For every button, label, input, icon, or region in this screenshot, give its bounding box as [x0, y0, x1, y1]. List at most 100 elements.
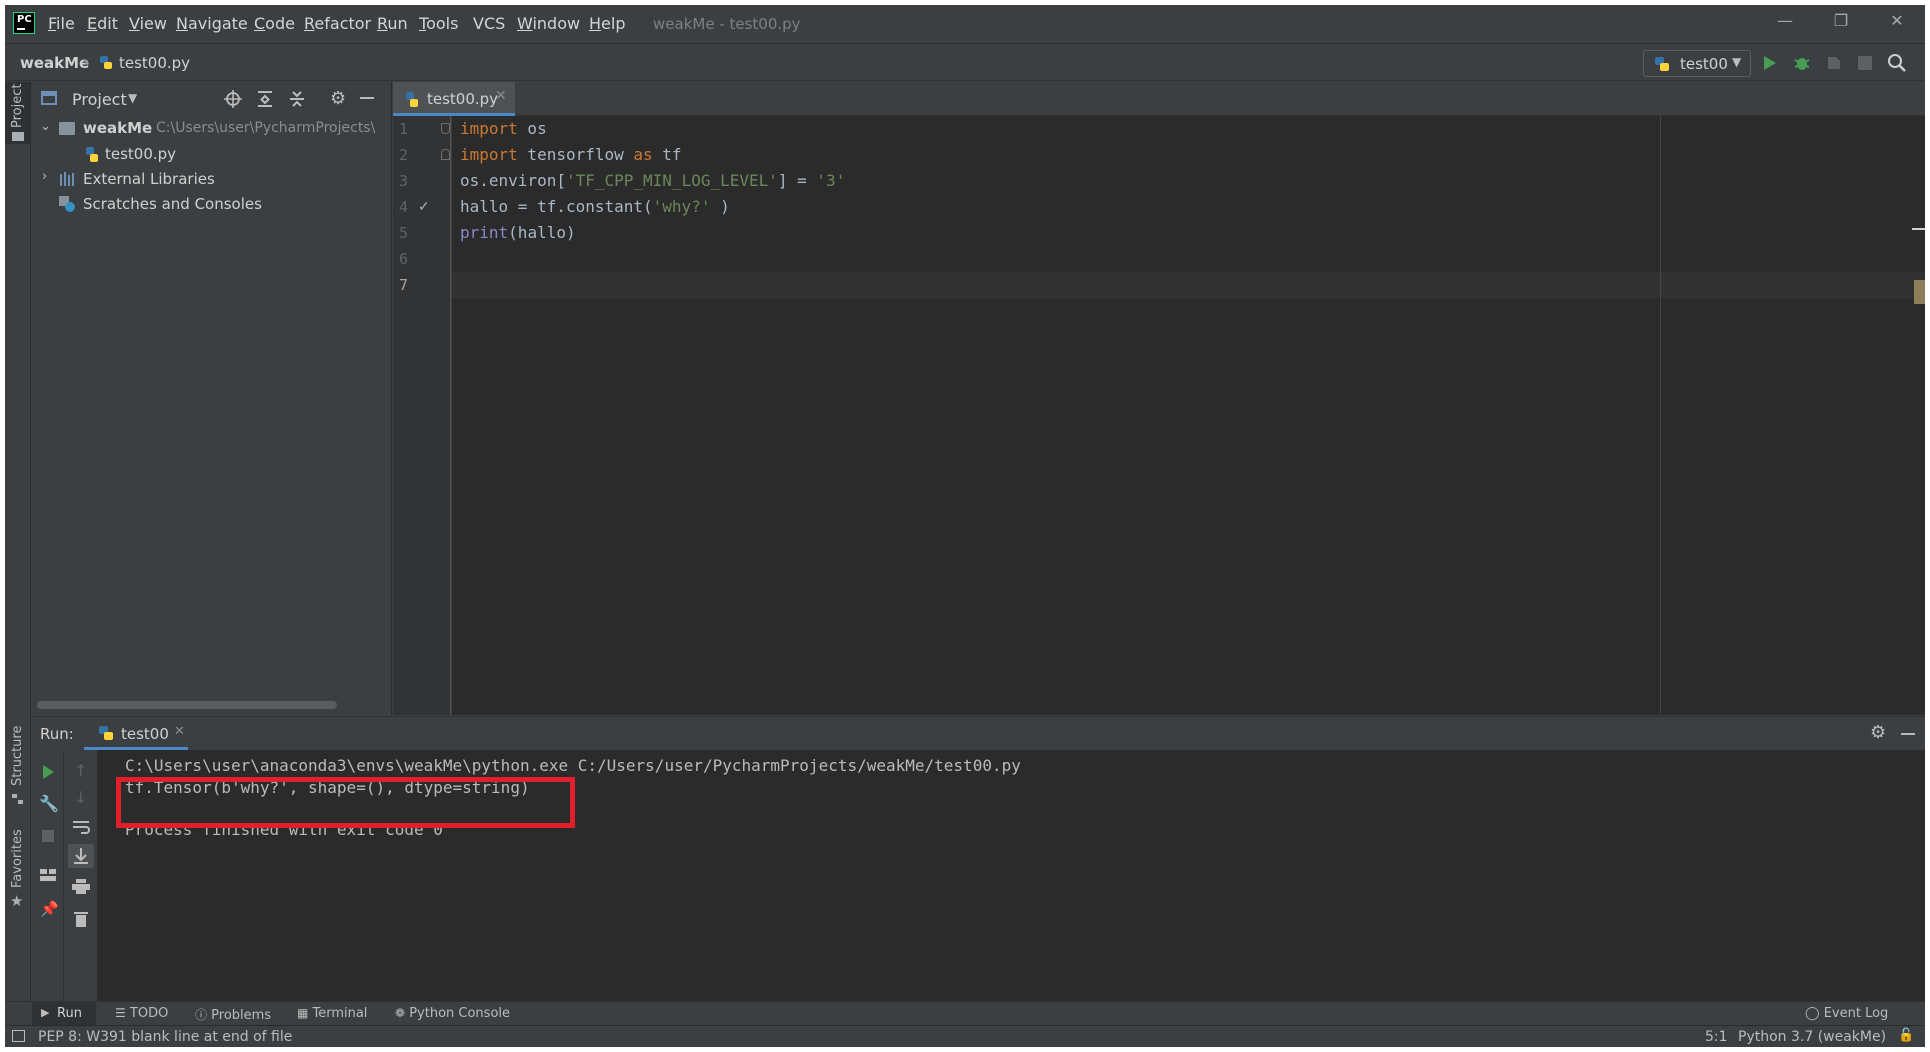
tree-row-file[interactable]: test00.py	[32, 143, 392, 167]
coverage-icon[interactable]	[1825, 54, 1843, 72]
menu-tools[interactable]: Tools	[419, 14, 458, 33]
scroll-to-end-icon[interactable]	[68, 844, 94, 868]
search-icon[interactable]	[1887, 53, 1907, 73]
menu-code[interactable]: Code	[254, 14, 295, 33]
hide-panel-icon[interactable]	[1901, 733, 1915, 735]
tree-row-project-root[interactable]: ⌄ weakMe C:\Users\user\PycharmProjects\	[32, 118, 392, 142]
python-console-tool-button[interactable]: ❁ Python Console	[395, 1006, 510, 1021]
todo-tool-button[interactable]: ☰ TODO	[115, 1006, 168, 1021]
status-bar: PEP 8: W391 blank line at end of file 5:…	[5, 1025, 1925, 1047]
menu-window[interactable]: Window	[517, 14, 580, 33]
close-tab-icon[interactable]: ✕	[174, 724, 185, 739]
stop-icon[interactable]	[1858, 56, 1872, 70]
debug-bug-icon[interactable]	[1793, 54, 1811, 72]
close-window-button[interactable]: ✕	[1879, 11, 1915, 37]
code-editor[interactable]: import os import tensorflow as tf os.env…	[452, 116, 1925, 715]
fold-marker-icon[interactable]	[441, 123, 450, 134]
navigation-bar: weakMe › test00.py test00 ▼	[5, 45, 1925, 81]
tree-row-external-libraries[interactable]: › External Libraries	[32, 168, 392, 192]
rerun-icon[interactable]	[41, 764, 55, 784]
breadcrumb-project[interactable]: weakMe	[20, 54, 89, 72]
layout-icon[interactable]	[40, 867, 56, 881]
python-icon	[1654, 56, 1670, 72]
structure-stripe-button[interactable]: Structure	[5, 722, 30, 804]
tab-test00-py[interactable]: test00.py ✕	[393, 82, 515, 116]
toggle-panels-icon[interactable]	[12, 1030, 25, 1042]
pin-icon[interactable]: 📌	[40, 900, 59, 918]
terminal-tool-button[interactable]: ▦ Terminal	[297, 1006, 367, 1021]
run-configuration-label: test00	[1680, 55, 1728, 73]
menu-help[interactable]: Help	[589, 14, 625, 33]
favorites-stripe-button[interactable]: Favorites ★	[5, 822, 30, 910]
print-icon[interactable]	[72, 879, 90, 899]
line-number: 4	[399, 198, 409, 216]
tree-row-scratches[interactable]: Scratches and Consoles	[32, 193, 392, 217]
run-toolbar-primary: 🔧 📌	[32, 750, 64, 1002]
run-tool-button[interactable]: ▶ Run	[32, 1002, 96, 1026]
gear-icon[interactable]: ⚙	[1870, 722, 1886, 743]
problems-tool-button[interactable]: ⓘ Problems	[195, 1006, 271, 1023]
event-log-tool-button[interactable]: ◯ Event Log	[1805, 1006, 1888, 1021]
menu-navigate[interactable]: Navigate	[176, 14, 248, 33]
collapse-all-icon[interactable]	[289, 90, 305, 108]
code-text: tf	[652, 145, 682, 164]
menu-view[interactable]: View	[129, 14, 167, 33]
minimize-button[interactable]: —	[1767, 11, 1803, 37]
line-number: 6	[399, 250, 409, 268]
close-tab-icon[interactable]: ✕	[495, 88, 507, 104]
problems-tool-label: Problems	[211, 1008, 272, 1023]
chevron-down-icon: ⌄	[40, 119, 51, 134]
project-panel-title[interactable]: Project	[72, 90, 127, 109]
arrow-down-icon[interactable]: ↓	[74, 788, 87, 807]
run-configuration-select[interactable]: test00 ▼	[1643, 50, 1751, 77]
star-icon: ★	[10, 892, 24, 910]
terminal-tool-label: Terminal	[312, 1006, 368, 1021]
python-file-icon	[99, 55, 113, 71]
code-text: hallo = tf.constant(	[460, 197, 653, 216]
run-play-icon[interactable]	[1762, 54, 1778, 72]
arrow-up-icon[interactable]: ↑	[74, 761, 87, 780]
terminal-icon: ▦	[297, 1006, 309, 1020]
chevron-right-icon: ›	[42, 169, 48, 184]
locate-file-icon[interactable]	[224, 90, 242, 108]
run-tool-label: Run	[57, 1006, 82, 1021]
trash-icon[interactable]	[74, 911, 88, 931]
info-icon: ⓘ	[195, 1008, 208, 1022]
code-line-2: import tensorflow as tf	[460, 145, 682, 164]
restore-button[interactable]: ❐	[1823, 11, 1859, 37]
code-text: (hallo)	[508, 223, 576, 242]
tree-file-name: test00.py	[105, 145, 177, 163]
breadcrumb-file[interactable]: test00.py	[119, 54, 190, 72]
interpreter-selector[interactable]: Python 3.7 (weakMe)	[1738, 1029, 1886, 1045]
tab-label: test00.py	[427, 90, 499, 108]
play-icon: ▶	[41, 1006, 50, 1019]
fold-marker-icon[interactable]	[441, 149, 450, 160]
left-tool-stripe: Project Structure Favorites ★	[5, 82, 31, 1019]
console-line-command: C:\Users\user\anaconda3\envs\weakMe\pyth…	[125, 756, 1021, 775]
menu-vcs[interactable]: VCS	[473, 14, 505, 33]
lock-icon[interactable]: 🔓	[1898, 1028, 1914, 1043]
scratches-icon	[59, 196, 75, 212]
project-view-icon	[41, 91, 57, 105]
project-horizontal-scrollbar[interactable]	[37, 701, 337, 709]
run-tab-test00[interactable]: test00 ✕	[84, 717, 188, 750]
soft-wrap-icon[interactable]	[72, 820, 90, 838]
menu-file[interactable]: File	[48, 14, 75, 33]
code-line-4: hallo = tf.constant('why?' )	[460, 197, 730, 216]
structure-icon	[12, 790, 24, 804]
gear-icon[interactable]: ⚙	[330, 88, 346, 109]
wrench-icon[interactable]: 🔧	[39, 794, 59, 813]
tree-external-libraries: External Libraries	[83, 170, 215, 188]
menu-refactor[interactable]: Refactor	[304, 14, 371, 33]
menu-edit[interactable]: Edit	[87, 14, 118, 33]
stop-icon[interactable]	[42, 830, 54, 842]
caret-position[interactable]: 5:1	[1705, 1029, 1728, 1045]
view-dropdown-icon[interactable]: ▼	[128, 91, 137, 105]
expand-all-icon[interactable]	[257, 90, 273, 108]
keyword: as	[633, 145, 653, 164]
menu-run[interactable]: Run	[377, 14, 408, 33]
project-stripe-button[interactable]: Project	[5, 82, 30, 144]
event-log-icon: ◯	[1805, 1006, 1820, 1021]
hide-panel-icon[interactable]	[360, 97, 374, 99]
todo-tool-label: TODO	[129, 1006, 169, 1021]
